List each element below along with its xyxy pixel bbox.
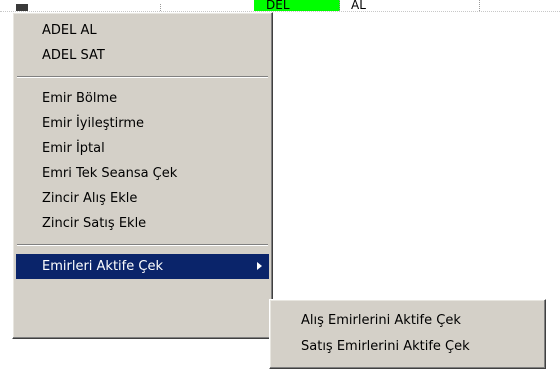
menu-item-emirleri-aktife-cek[interactable]: Emirleri Aktife Çek [16, 254, 269, 279]
grid-cell-divider [160, 4, 162, 11]
menu-separator [17, 76, 268, 78]
row-indicator [16, 4, 28, 11]
context-menu: ADEL AL ADEL SAT Emir Bölme Emir İyileşt… [12, 12, 273, 339]
submenu: Alış Emirlerini Aktife Çek Satış Emirler… [269, 299, 546, 369]
menu-item-zincir-satis-ekle[interactable]: Zincir Satış Ekle [13, 211, 272, 236]
menu-separator [17, 244, 268, 246]
menu-item-emir-iptal[interactable]: Emir İptal [13, 136, 272, 161]
menu-item-adel-al[interactable]: ADEL AL [13, 18, 272, 43]
chevron-right-icon [257, 262, 262, 270]
grid-cell-side[interactable]: AL [340, 0, 480, 11]
submenu-item-alis-emirlerini-aktife-cek[interactable]: Alış Emirlerini Aktife Çek [270, 308, 545, 334]
order-grid-row[interactable]: DEL AL [0, 0, 560, 12]
menu-item-adel-sat[interactable]: ADEL SAT [13, 43, 272, 68]
grid-cell-symbol[interactable]: DEL [254, 0, 340, 11]
menu-item-label: Emirleri Aktife Çek [42, 259, 163, 274]
menu-item-emir-bolme[interactable]: Emir Bölme [13, 86, 272, 111]
screen: DEL AL ADEL AL ADEL SAT Emir Bölme Emir … [0, 0, 560, 371]
menu-item-emir-iyilestirme[interactable]: Emir İyileştirme [13, 111, 272, 136]
menu-item-zincir-alis-ekle[interactable]: Zincir Alış Ekle [13, 186, 272, 211]
submenu-item-satis-emirlerini-aktife-cek[interactable]: Satış Emirlerini Aktife Çek [270, 334, 545, 360]
menu-item-emri-tek-seansa-cek[interactable]: Emri Tek Seansa Çek [13, 161, 272, 186]
